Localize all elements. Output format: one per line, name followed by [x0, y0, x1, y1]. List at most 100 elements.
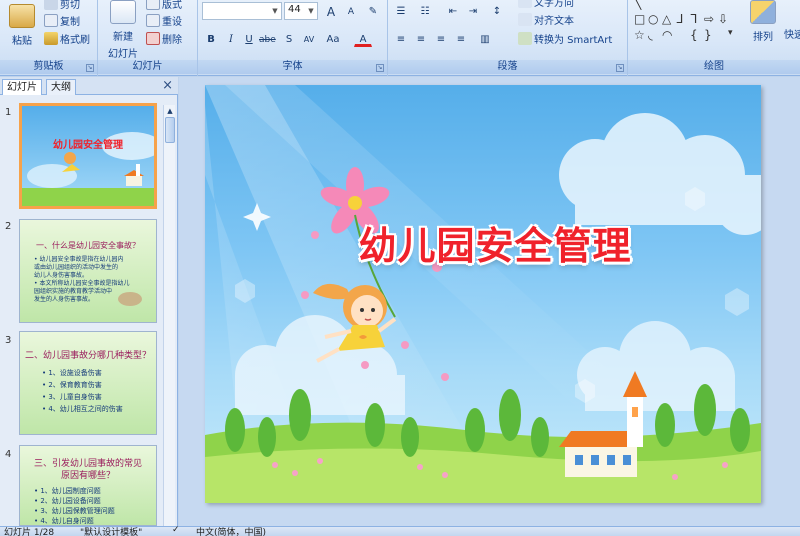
- slide-number: 1: [5, 107, 12, 118]
- brace-shape-icon[interactable]: {: [690, 28, 698, 42]
- connector-shape-icon[interactable]: ᒧ: [676, 12, 683, 26]
- tab-outline[interactable]: 大纲: [46, 79, 76, 95]
- elbow-shape-icon[interactable]: ᒣ: [690, 12, 697, 26]
- quick-styles-button[interactable]: 快速: [784, 26, 800, 41]
- align-text-icon: [518, 13, 532, 26]
- font-color-button[interactable]: A: [354, 31, 372, 47]
- shadow-button[interactable]: S: [280, 31, 298, 47]
- arrange-button[interactable]: 排列: [750, 0, 776, 43]
- text-direction-icon: [518, 0, 532, 8]
- thumb-3-line: • 4、幼儿相互之间的伤害: [42, 405, 123, 413]
- scroll-thumb[interactable]: [165, 117, 175, 143]
- reset-label: 重设: [162, 17, 182, 28]
- paste-button[interactable]: 粘贴: [4, 4, 40, 47]
- decrease-indent-icon[interactable]: ⇤: [444, 3, 462, 19]
- layout-button[interactable]: 版式: [146, 0, 182, 11]
- reset-button[interactable]: 重设: [146, 13, 182, 28]
- slide-thumbnail-2[interactable]: 一、什么是幼儿园安全事故？ • 幼儿园安全事故是指在幼儿园内 或由幼儿园组织的活…: [19, 219, 157, 323]
- smartart-label: 转换为 SmartArt: [534, 35, 613, 46]
- dialog-launcher-icon[interactable]: ↘: [616, 64, 624, 72]
- dialog-launcher-icon[interactable]: ↘: [376, 64, 384, 72]
- drawing-group: ╲ □ ○ △ ᒧ ᒣ ⇨ ⇩ ☆ ◟ ◠ { } ▾ 排列 快速 绘图: [628, 0, 800, 76]
- paragraph-group-label: 段落: [388, 60, 627, 74]
- columns-icon[interactable]: ▥: [476, 31, 494, 47]
- triangle-shape-icon[interactable]: △: [662, 12, 671, 26]
- clipboard-group: 粘贴 剪切 复制 格式刷 剪贴板 ↘: [0, 0, 98, 76]
- thumb-3-line: • 1、设施设备伤害: [42, 369, 102, 377]
- line-shape-icon[interactable]: ╲: [634, 0, 641, 10]
- layout-icon: [146, 0, 160, 10]
- paragraph-group: ☰ ☷ ⇤ ⇥ ↕ 文字方向 对齐文本 ≡ ≡ ≡ ≡ ▥ 转换为 SmartA…: [388, 0, 628, 76]
- copy-icon: [44, 14, 58, 27]
- cut-button[interactable]: 剪切: [44, 0, 80, 11]
- align-right-icon[interactable]: ≡: [432, 31, 450, 47]
- char-spacing-button[interactable]: AV: [300, 31, 318, 47]
- slide-title[interactable]: 幼儿园安全管理: [335, 215, 655, 270]
- dialog-launcher-icon[interactable]: ↘: [86, 64, 94, 72]
- spellcheck-icon[interactable]: ✓: [172, 525, 180, 535]
- rectangle-shape-icon[interactable]: □: [634, 12, 645, 26]
- down-arrow-shape-icon[interactable]: ⇩: [718, 12, 728, 26]
- font-size-value: 44: [288, 4, 301, 15]
- increase-indent-icon[interactable]: ⇥: [464, 3, 482, 19]
- brace-right-shape-icon[interactable]: }: [704, 28, 712, 42]
- italic-button[interactable]: I: [222, 31, 240, 47]
- shapes-gallery[interactable]: ╲ □ ○ △ ᒧ ᒣ ⇨ ⇩ ☆ ◟ ◠ { } ▾: [632, 0, 740, 48]
- font-size-combo[interactable]: 44 ▼: [284, 2, 318, 20]
- copy-button[interactable]: 复制: [44, 13, 80, 28]
- thumb-4-line: • 1、幼儿园制度问题: [34, 487, 101, 495]
- chevron-down-icon: ▼: [308, 7, 314, 15]
- font-group: ▼ 44 ▼ A A ✎ B I U abe S AV Aa A 字体 ↘: [198, 0, 388, 76]
- arrow-shape-icon[interactable]: ⇨: [704, 12, 714, 26]
- slide-canvas: 幼儿园安全管理: [179, 77, 800, 526]
- font-name-combo[interactable]: ▼: [202, 2, 282, 20]
- star-shape-icon[interactable]: ☆: [634, 28, 645, 42]
- thumb-2-line: 发生的人身伤害事故。: [34, 296, 95, 303]
- grow-font-button[interactable]: A: [322, 3, 340, 19]
- thumb-1-title: 幼儿园安全管理: [53, 140, 123, 151]
- cut-label: 剪切: [60, 0, 80, 11]
- shrink-font-button[interactable]: A: [342, 3, 360, 19]
- strikethrough-button[interactable]: abe: [258, 31, 276, 47]
- scroll-up-icon[interactable]: ▲: [164, 105, 176, 117]
- format-painter-button[interactable]: 格式刷: [44, 31, 90, 46]
- new-slide-button[interactable]: 新建 幻灯片: [102, 0, 144, 60]
- thumb-2-title: 一、什么是幼儿园安全事故？: [36, 241, 140, 250]
- bullets-icon[interactable]: ☰: [392, 3, 410, 19]
- close-icon[interactable]: ×: [162, 78, 173, 93]
- align-center-icon[interactable]: ≡: [412, 31, 430, 47]
- thumbnail-scrollbar[interactable]: ▲: [163, 105, 175, 526]
- underline-button[interactable]: U: [240, 31, 258, 47]
- new-slide-label-2: 幻灯片: [108, 49, 138, 60]
- convert-smartart-button[interactable]: 转换为 SmartArt: [518, 31, 612, 46]
- bold-button[interactable]: B: [202, 31, 220, 47]
- new-slide-icon: [110, 0, 136, 24]
- justify-icon[interactable]: ≡: [452, 31, 470, 47]
- thumb-scene: [22, 132, 154, 206]
- goat-illustration-icon: [118, 292, 142, 306]
- align-left-icon[interactable]: ≡: [392, 31, 410, 47]
- delete-slide-button[interactable]: 删除: [146, 31, 182, 46]
- slide-background-art: [205, 85, 761, 503]
- current-slide[interactable]: 幼儿园安全管理: [205, 85, 761, 503]
- slides-group: 新建 幻灯片 版式 重设 删除 幻灯片: [98, 0, 198, 76]
- copy-label: 复制: [60, 17, 80, 28]
- delete-label: 删除: [162, 35, 182, 46]
- align-text-button[interactable]: 对齐文本: [518, 12, 574, 27]
- callout-shape-icon[interactable]: ◟: [648, 28, 653, 42]
- slide-thumbnail-1[interactable]: 幼儿园安全管理: [19, 103, 157, 209]
- clear-format-icon[interactable]: ✎: [364, 3, 382, 19]
- line-spacing-icon[interactable]: ↕: [488, 3, 506, 19]
- slide-thumbnail-3[interactable]: 二、幼儿园事故分哪几种类型？ • 1、设施设备伤害 • 2、保育教育伤害 • 3…: [19, 331, 157, 435]
- tab-slides[interactable]: 幻灯片: [2, 79, 42, 95]
- paintbrush-icon: [44, 32, 58, 45]
- numbering-icon[interactable]: ☷: [416, 3, 434, 19]
- change-case-button[interactable]: Aa: [324, 31, 342, 47]
- clipboard-group-label: 剪贴板: [0, 60, 97, 74]
- thumb-3-line: • 2、保育教育伤害: [42, 381, 102, 389]
- text-direction-button[interactable]: 文字方向: [518, 0, 574, 9]
- gallery-more-icon[interactable]: ▾: [728, 28, 733, 38]
- slide-thumbnail-4[interactable]: 三、引发幼儿园事故的常见 原因有哪些？ • 1、幼儿园制度问题 • 2、幼儿园设…: [19, 445, 157, 526]
- curve-shape-icon[interactable]: ◠: [662, 28, 672, 42]
- oval-shape-icon[interactable]: ○: [648, 12, 658, 26]
